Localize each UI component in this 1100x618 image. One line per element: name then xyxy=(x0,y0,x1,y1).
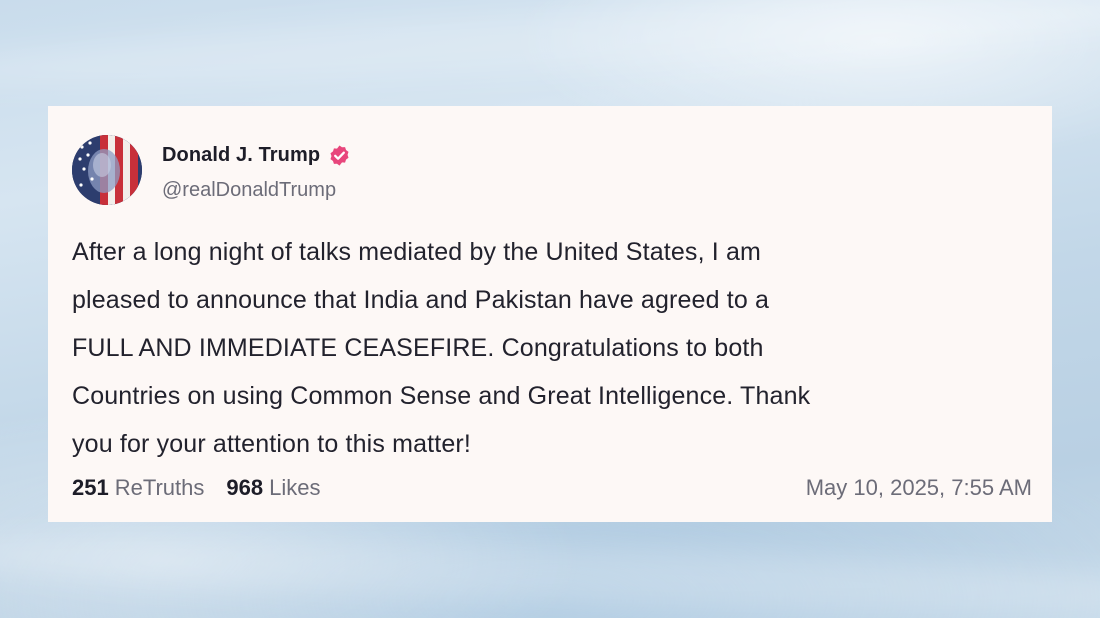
avatar-flag-portrait-icon xyxy=(72,135,142,205)
author-display-name[interactable]: Donald J. Trump xyxy=(162,144,320,167)
background-light-streak xyxy=(0,522,1100,618)
retruths-stat[interactable]: 251 ReTruths xyxy=(72,475,204,501)
retruths-label: ReTruths xyxy=(114,475,205,500)
author-handle[interactable]: @realDonaldTrump xyxy=(162,179,336,202)
likes-stat[interactable]: 968 Likes xyxy=(226,475,320,501)
background-light-streak xyxy=(0,0,1100,104)
verified-badge-icon xyxy=(328,144,351,167)
retruths-count: 251 xyxy=(72,475,109,500)
likes-label: Likes xyxy=(269,475,321,500)
likes-count: 968 xyxy=(226,475,264,500)
profile-avatar[interactable] xyxy=(72,135,142,205)
post-timestamp[interactable]: May 10, 2025, 7:55 AM xyxy=(806,475,1032,501)
author-name-row: Donald J. Trump xyxy=(162,142,351,168)
post-stats: 251 ReTruths 968 Likes xyxy=(72,475,342,501)
post-body-text: After a long night of talks mediated by … xyxy=(72,238,811,458)
post-card: Donald J. Trump @realDonaldTrump After a… xyxy=(48,106,1052,522)
